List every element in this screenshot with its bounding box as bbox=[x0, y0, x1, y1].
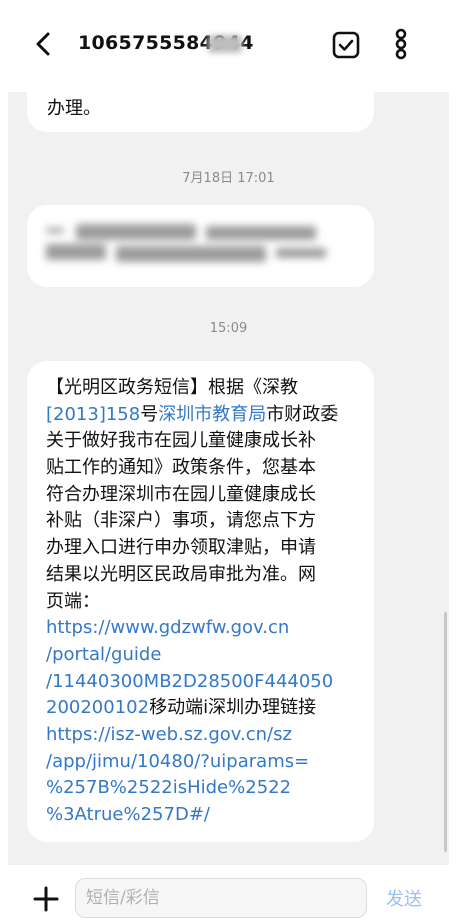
message-text-segment: 补贴（非深户）事项，请您点下方 bbox=[46, 510, 316, 532]
back-arrow-icon[interactable] bbox=[30, 30, 58, 58]
message-link[interactable]: [2013]158 bbox=[46, 404, 140, 425]
message-text-segment: 号 bbox=[140, 403, 159, 425]
check-square-icon[interactable] bbox=[331, 30, 361, 60]
message-line: %3Atrue%257D#/ bbox=[46, 802, 360, 829]
message-link[interactable]: /portal/guide bbox=[46, 644, 161, 665]
more-vertical-icon[interactable] bbox=[386, 28, 416, 60]
message-thread[interactable]: 办理。 7月18日 17:01 15:09 【光明区政务短信】根据《深教 [201… bbox=[8, 92, 449, 865]
message-line: 贴工作的通知》政策条件，您基本 bbox=[46, 455, 360, 482]
message-line: https://www.gdzwfw.gov.cn bbox=[46, 615, 360, 642]
message-line: 结果以光明区民政局审批为准。网 bbox=[46, 562, 360, 589]
message-link[interactable]: https://www.gdzwfw.gov.cn bbox=[46, 617, 289, 638]
message-text-segment: 关于做好我市在园儿童健康成长补 bbox=[46, 430, 316, 452]
top-bar: 1065755584944 bbox=[0, 0, 457, 92]
message-link[interactable]: /app/jimu/10480/?uiparams= bbox=[46, 751, 309, 772]
message-line: %257B%2522isHide%2522 bbox=[46, 775, 360, 802]
message-text-segment: 市财政委 bbox=[266, 403, 339, 425]
redacted-message-content bbox=[46, 222, 336, 266]
message-text-segment: 贴工作的通知》政策条件，您基本 bbox=[46, 457, 316, 479]
message-line: 200200102移动端i深圳办理链接 bbox=[46, 695, 360, 722]
message-text-segment: 结果以光明区民政局审批为准。网 bbox=[46, 563, 316, 585]
message-line: 办理入口进行申办领取津贴，申请 bbox=[46, 535, 360, 562]
plus-icon[interactable] bbox=[32, 885, 60, 913]
send-button[interactable]: 发送 bbox=[386, 885, 422, 911]
message-line: /app/jimu/10480/?uiparams= bbox=[46, 749, 360, 776]
message-text: 办理。 bbox=[47, 98, 101, 119]
message-line: 关于做好我市在园儿童健康成长补 bbox=[46, 428, 360, 455]
message-link[interactable]: https://isz-web.sz.gov.cn/sz bbox=[46, 724, 292, 745]
scrollbar[interactable] bbox=[444, 612, 447, 852]
message-text-segment: 符合办理深圳市在园儿童健康成长 bbox=[46, 483, 316, 505]
message-line: 符合办理深圳市在园儿童健康成长 bbox=[46, 482, 360, 509]
message-text-segment: 办理入口进行申办领取津贴，申请 bbox=[46, 537, 316, 559]
message-line: [2013]158号深圳市教育局市财政委 bbox=[46, 402, 360, 429]
message-text-segment: 移动端i深圳办理链接 bbox=[149, 697, 317, 719]
message-text-segment: 【光明区政务短信】根据《深教 bbox=[46, 377, 298, 398]
message-line: /11440300MB2D28500F444050 bbox=[46, 669, 360, 696]
message-link[interactable]: /11440300MB2D28500F444050 bbox=[46, 671, 333, 692]
message-line: https://isz-web.sz.gov.cn/sz bbox=[46, 722, 360, 749]
composer-bar: 发送 bbox=[0, 865, 457, 922]
message-link[interactable]: %257B%2522isHide%2522 bbox=[46, 777, 291, 798]
message-line: 补贴（非深户）事项，请您点下方 bbox=[46, 508, 360, 535]
message-link[interactable]: 200200102 bbox=[46, 697, 149, 718]
message-link[interactable]: 深圳市教育局 bbox=[158, 404, 266, 425]
message-bubble-latest[interactable]: 【光明区政务短信】根据《深教 [2013]158号深圳市教育局市财政委 关于做好我市… bbox=[27, 361, 374, 842]
message-link[interactable]: %3Atrue%257D#/ bbox=[46, 804, 210, 825]
message-input[interactable] bbox=[75, 878, 367, 918]
message-text-segment: 页端： bbox=[46, 590, 100, 612]
timestamp: 15:09 bbox=[209, 321, 248, 336]
message-line: 【光明区政务短信】根据《深教 bbox=[46, 375, 360, 402]
timestamp: 7月18日 17:01 bbox=[182, 171, 275, 186]
message-body: 【光明区政务短信】根据《深教 [2013]158号深圳市教育局市财政委 关于做好我市… bbox=[46, 375, 360, 829]
message-line: /portal/guide bbox=[46, 642, 360, 669]
message-bubble-previous[interactable]: 办理。 bbox=[27, 92, 374, 132]
redacted-digits bbox=[208, 35, 242, 53]
message-line: 页端： bbox=[46, 589, 360, 616]
